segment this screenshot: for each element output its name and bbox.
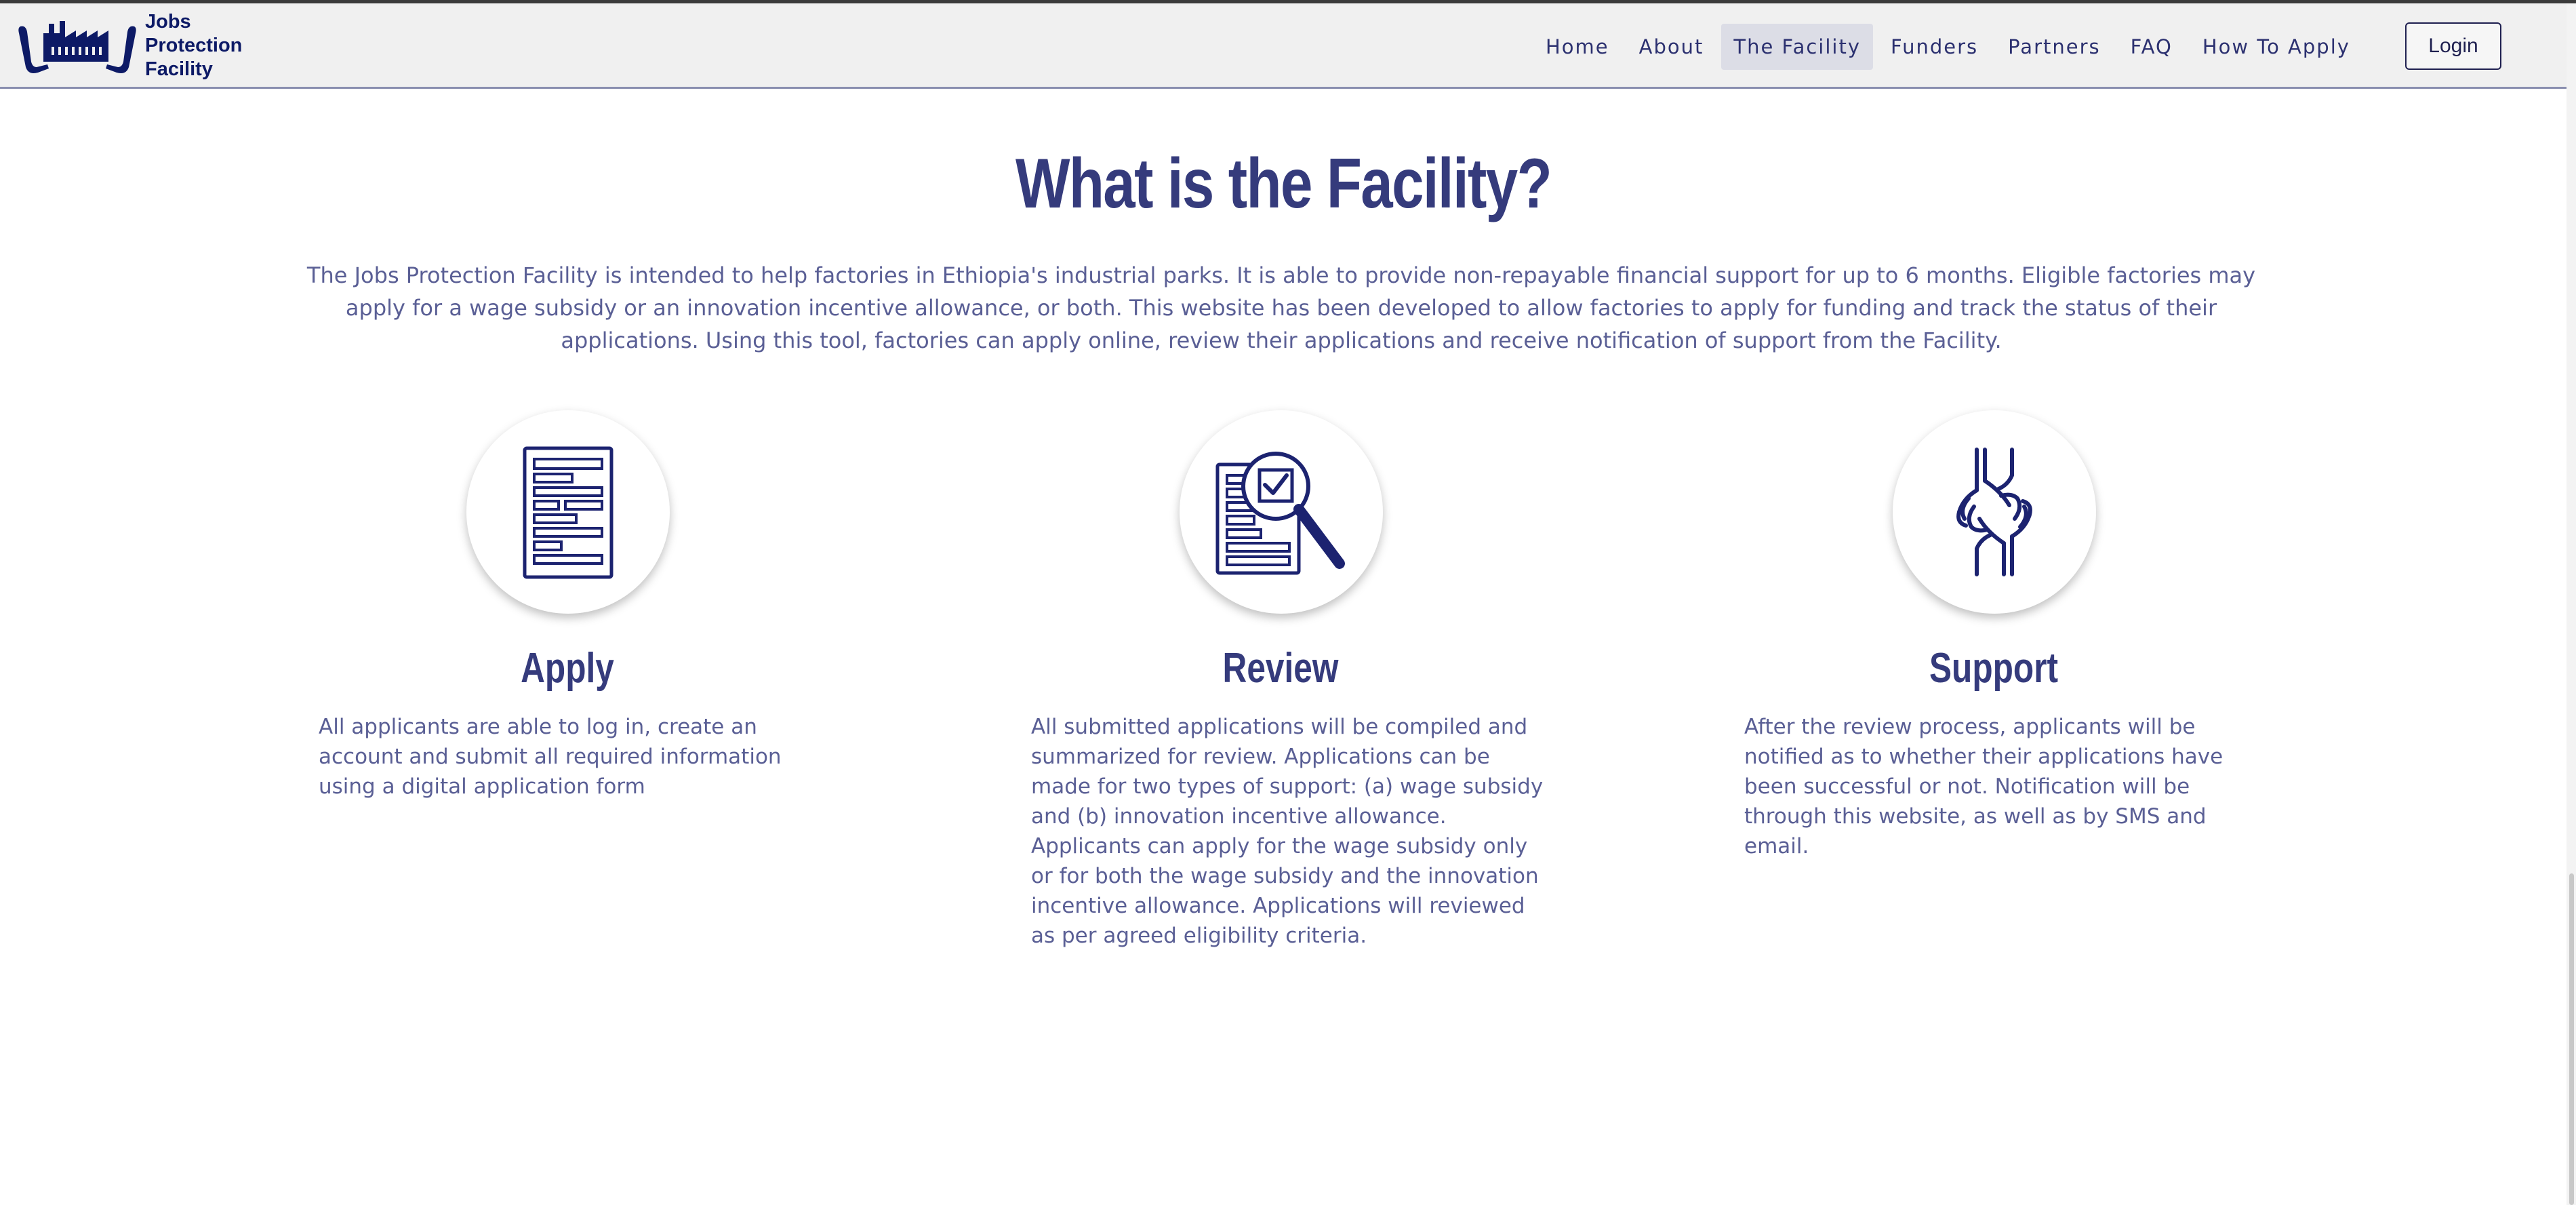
handshake-icon <box>1956 448 2032 576</box>
card-title-review: Review <box>1222 645 1339 692</box>
nav-home[interactable]: Home <box>1533 24 1622 70</box>
document-form-icon <box>523 446 613 579</box>
navbar: Jobs Protection Facility Home About The … <box>0 3 2576 89</box>
nav-funders[interactable]: Funders <box>1878 24 1990 70</box>
intro-paragraph: The Jobs Protection Facility is intended… <box>306 262 2256 353</box>
nav-faq[interactable]: FAQ <box>2118 24 2185 70</box>
logo-text: Jobs Protection Facility <box>145 10 242 81</box>
nav-the-facility[interactable]: The Facility <box>1721 24 1873 70</box>
site-logo[interactable]: Jobs Protection Facility <box>16 9 247 82</box>
nav-about[interactable]: About <box>1627 24 1716 70</box>
card-text-review: All submitted applications will be compi… <box>1031 715 1544 948</box>
nav-how-to-apply[interactable]: How To Apply <box>2190 24 2362 70</box>
apply-icon-circle <box>466 410 670 614</box>
support-icon-circle <box>1893 410 2096 614</box>
factory-hands-icon <box>18 21 136 73</box>
card-text-support: After the review process, applicants wil… <box>1744 715 2223 858</box>
page-title: What is the Facility? <box>1015 144 1552 223</box>
main-nav: Home About The Facility Funders Partners… <box>1533 24 2368 70</box>
review-icon-circle <box>1180 410 1383 614</box>
login-button[interactable]: Login <box>2405 22 2501 70</box>
logo-line: Facility <box>145 58 213 80</box>
document-magnifier-check-icon <box>1215 452 1345 575</box>
logo-line: Jobs <box>145 11 191 33</box>
scrollbar-thumb[interactable] <box>2569 873 2574 1205</box>
card-title-support: Support <box>1929 645 2059 692</box>
nav-partners[interactable]: Partners <box>1996 24 2113 70</box>
card-title-apply: Apply <box>521 645 614 692</box>
logo-line: Protection <box>145 35 243 56</box>
card-text-apply: All applicants are able to log in, creat… <box>319 715 782 799</box>
